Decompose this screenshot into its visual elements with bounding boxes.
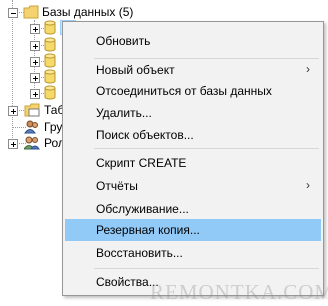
expand-toggle-icon[interactable] [8,106,18,116]
expand-toggle-icon[interactable] [30,73,40,83]
menu-item-restore[interactable]: Восстановить... [65,242,321,264]
menu-item-label: Резервная копия... [96,223,200,237]
groups-node-label[interactable]: Гру [44,120,62,134]
expand-toggle-icon[interactable] [30,57,40,67]
database-context-menu: Обновить Новый объект › Отсоединиться от… [62,21,324,296]
roles-icon [24,136,40,150]
database-icon [44,53,56,68]
menu-item-maintenance[interactable]: Обслуживание... [65,198,321,220]
menu-item-label: Отсоединиться от базы данных [96,84,272,98]
menu-item-label: Новый объект [96,63,175,77]
expand-toggle-icon[interactable] [30,89,40,99]
collapse-toggle-icon[interactable] [8,8,18,18]
expand-toggle-icon[interactable] [30,41,40,51]
menu-separator [94,148,319,149]
menu-separator [94,268,319,269]
menu-item-label: Восстановить... [96,246,183,260]
database-icon [44,69,56,84]
menu-item-new-object[interactable]: Новый объект › [65,59,321,81]
tables-folder-icon [24,103,40,117]
databases-folder-icon [23,5,39,19]
groups-icon [24,120,38,134]
menu-item-detach-database[interactable]: Отсоединиться от базы данных [65,80,321,102]
databases-node-label[interactable]: Базы данных (5) [42,5,133,19]
menu-item-label: Отчёты [96,179,138,193]
database-icon [44,85,56,100]
database-icon [44,20,56,35]
submenu-arrow-icon: › [306,178,310,192]
tree-guide-line [12,0,13,144]
watermark: REMONTKA.COM [150,280,328,304]
menu-item-label: Удалить... [96,106,152,120]
menu-item-reports[interactable]: Отчёты › [65,175,321,197]
submenu-arrow-icon: › [306,62,310,76]
database-icon [44,37,56,52]
menu-item-label: Скрипт CREATE [96,156,187,170]
menu-item-find-objects[interactable]: Поиск объектов... [65,124,321,146]
menu-item-backup[interactable]: Резервная копия... [65,219,321,241]
menu-item-script-create[interactable]: Скрипт CREATE [65,152,321,174]
menu-item-label: Обслуживание... [96,202,189,216]
menu-item-refresh[interactable]: Обновить [65,30,321,52]
menu-item-label: Обновить [96,34,151,48]
expand-toggle-icon[interactable] [8,139,18,149]
expand-toggle-icon[interactable] [30,24,40,34]
menu-item-label: Поиск объектов... [96,128,194,142]
menu-item-delete[interactable]: Удалить... [65,102,321,124]
